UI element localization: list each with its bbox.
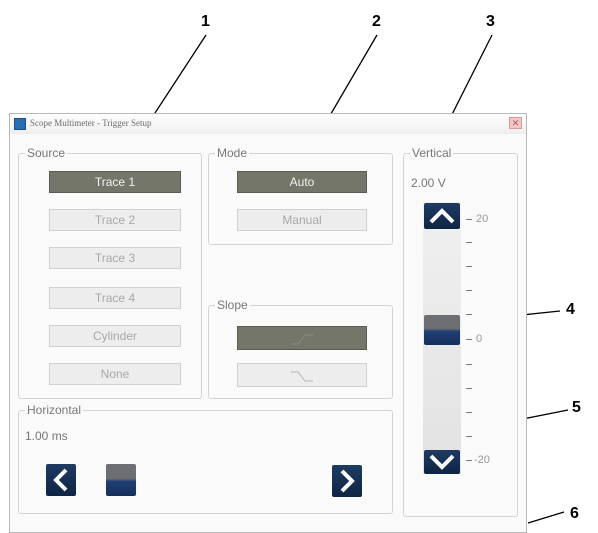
horizontal-value: 1.00 ms bbox=[25, 429, 68, 443]
horizontal-position-thumb[interactable] bbox=[106, 464, 136, 496]
horizontal-left-button[interactable] bbox=[46, 464, 76, 496]
scale-tick bbox=[466, 219, 472, 220]
source-trace-1-button[interactable]: Trace 1 bbox=[49, 171, 181, 193]
scale-tick bbox=[466, 242, 472, 243]
vertical-value: 2.00 V bbox=[411, 176, 446, 190]
window-title: Scope Multimeter - Trigger Setup bbox=[30, 118, 152, 128]
callout-5: 5 bbox=[572, 399, 581, 416]
source-none-button[interactable]: None bbox=[49, 363, 181, 385]
scale-label-bottom: -20 bbox=[474, 454, 490, 466]
slope-rising-button[interactable] bbox=[237, 326, 367, 350]
source-trace-4-button[interactable]: Trace 4 bbox=[49, 287, 181, 309]
mode-manual-button[interactable]: Manual bbox=[237, 209, 367, 231]
horizontal-right-button[interactable] bbox=[332, 465, 362, 497]
title-bar: Scope Multimeter - Trigger Setup ✕ bbox=[10, 114, 526, 134]
callout-3: 3 bbox=[486, 13, 495, 30]
source-legend: Source bbox=[27, 146, 66, 160]
callout-2: 2 bbox=[372, 13, 381, 30]
scale-label-mid: 0 bbox=[476, 333, 483, 345]
mode-legend: Mode bbox=[217, 146, 248, 160]
source-trace-2-button[interactable]: Trace 2 bbox=[49, 209, 181, 231]
callout-4: 4 bbox=[566, 301, 575, 318]
source-cylinder-button[interactable]: Cylinder bbox=[49, 325, 181, 347]
scale-tick bbox=[466, 412, 472, 413]
vertical-legend: Vertical bbox=[412, 146, 452, 160]
scale-tick bbox=[466, 436, 472, 437]
app-icon bbox=[14, 118, 26, 130]
scale-tick bbox=[466, 314, 472, 315]
scale-tick bbox=[466, 388, 472, 389]
close-button[interactable]: ✕ bbox=[509, 117, 522, 129]
scale-tick bbox=[466, 460, 472, 461]
chevron-up-icon bbox=[429, 208, 455, 224]
chevron-right-icon bbox=[340, 469, 355, 493]
slope-legend: Slope bbox=[217, 298, 248, 312]
scale-tick bbox=[466, 364, 472, 365]
chevron-left-icon bbox=[53, 468, 68, 492]
chevron-down-icon bbox=[429, 454, 455, 470]
vertical-up-button[interactable] bbox=[424, 203, 460, 229]
scale-tick bbox=[466, 266, 472, 267]
falling-edge-icon bbox=[291, 371, 313, 382]
close-icon: ✕ bbox=[511, 118, 520, 128]
slope-falling-button[interactable] bbox=[237, 363, 367, 387]
vertical-level-thumb[interactable] bbox=[424, 315, 460, 345]
callout-1: 1 bbox=[201, 13, 210, 30]
horizontal-group: Horizontal bbox=[18, 404, 393, 514]
rising-edge-icon bbox=[291, 334, 313, 345]
trigger-setup-window: Scope Multimeter - Trigger Setup ✕ Sourc… bbox=[9, 113, 527, 533]
horizontal-legend: Horizontal bbox=[27, 403, 82, 417]
scale-tick bbox=[466, 290, 472, 291]
vertical-down-button[interactable] bbox=[424, 450, 460, 474]
mode-auto-button[interactable]: Auto bbox=[237, 171, 367, 193]
source-trace-3-button[interactable]: Trace 3 bbox=[49, 247, 181, 269]
scale-label-top: 20 bbox=[476, 213, 489, 225]
callout-6: 6 bbox=[570, 505, 579, 522]
scale-tick bbox=[466, 339, 472, 340]
